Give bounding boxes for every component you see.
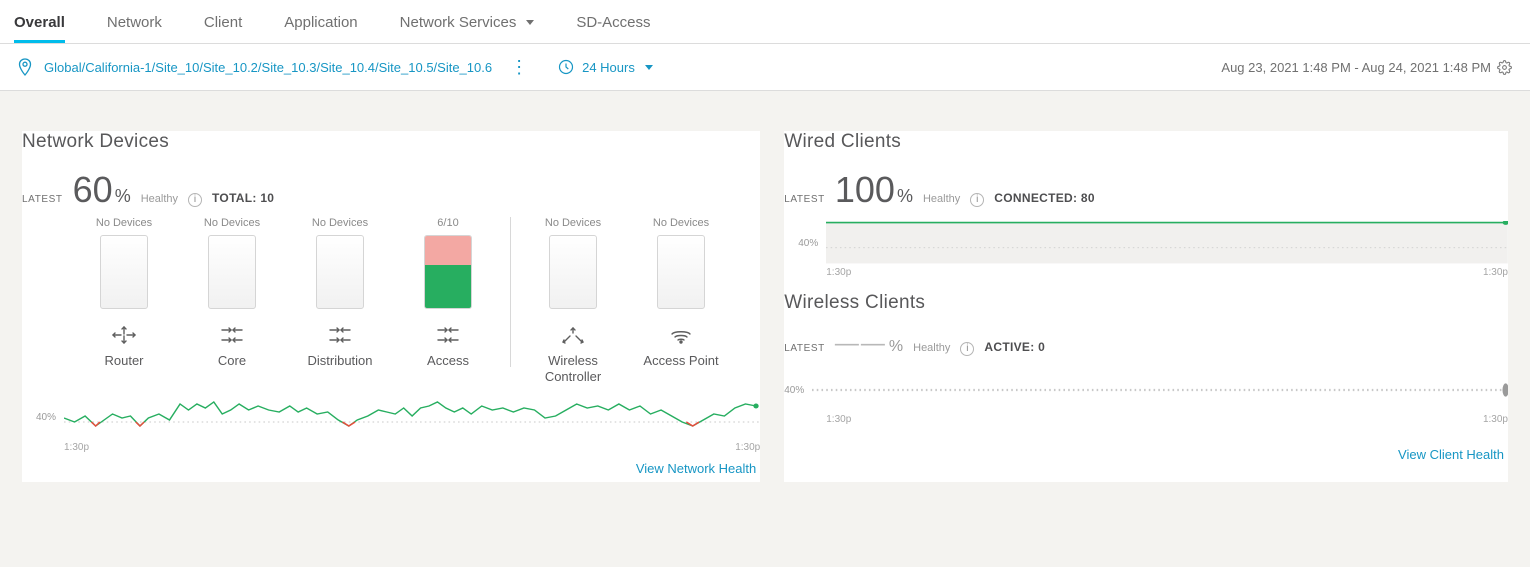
access-point-icon xyxy=(666,323,696,347)
subheader-left: Global/California-1/Site_10/Site_10.2/Si… xyxy=(18,58,653,76)
spark-y-label: 40% xyxy=(22,412,56,423)
wired-latest-row: LATEST 100% Healthy i CONNECTED: 80 xyxy=(784,169,1508,211)
tab-client[interactable]: Client xyxy=(204,0,242,43)
tab-network-services[interactable]: Network Services xyxy=(400,0,535,43)
gear-icon[interactable] xyxy=(1497,60,1512,75)
wireless-title: Wireless Clients xyxy=(784,292,1508,314)
device-divider xyxy=(510,217,511,367)
bar-router xyxy=(100,235,148,309)
device-category-row: No Devices Router No Devices xyxy=(70,217,760,386)
subheader-right: Aug 23, 2021 1:48 PM - Aug 24, 2021 1:48… xyxy=(1221,60,1512,75)
bar-core xyxy=(208,235,256,309)
router-icon xyxy=(109,323,139,347)
device-ap[interactable]: No Devices Access Point xyxy=(627,217,735,385)
network-sparkline-row: 40% xyxy=(22,396,760,440)
wired-connected: CONNECTED: 80 xyxy=(994,191,1095,205)
bar-distribution xyxy=(316,235,364,309)
wireless-controller-icon xyxy=(558,323,588,347)
tab-application[interactable]: Application xyxy=(284,0,357,43)
top-tabs: Overall Network Client Application Netwo… xyxy=(0,0,1530,44)
device-wlc[interactable]: No Devices Wireless Controller xyxy=(519,217,627,386)
panel-network-devices: Network Devices LATEST 60% Healthy i TOT… xyxy=(22,131,760,482)
network-latest-row: LATEST 60% Healthy i TOTAL: 10 xyxy=(22,169,760,211)
subheader: Global/California-1/Site_10/Site_10.2/Si… xyxy=(0,44,1530,91)
wireless-time-axis: 1:30p 1:30p xyxy=(784,412,1508,425)
total-devices: TOTAL: 10 xyxy=(212,191,274,205)
wired-percent: 100% xyxy=(835,169,913,211)
location-pin-icon xyxy=(18,58,32,76)
wireless-percent: ——% xyxy=(835,330,903,358)
view-network-health-link[interactable]: View Network Health xyxy=(636,461,756,476)
device-router[interactable]: No Devices Router xyxy=(70,217,178,385)
chevron-down-icon xyxy=(526,20,534,25)
healthy-label: Healthy xyxy=(141,193,178,205)
wireless-latest-row: LATEST ——% Healthy i ACTIVE: 0 xyxy=(784,330,1508,358)
info-icon[interactable]: i xyxy=(970,193,984,207)
distribution-icon xyxy=(325,323,355,347)
wireless-active: ACTIVE: 0 xyxy=(984,340,1045,354)
view-client-health-link[interactable]: View Client Health xyxy=(1398,447,1504,462)
latest-label: LATEST xyxy=(22,194,63,205)
wireless-clients-section: Wireless Clients LATEST ——% Healthy i AC… xyxy=(784,292,1508,425)
info-icon[interactable]: i xyxy=(188,193,202,207)
wired-title: Wired Clients xyxy=(784,131,1508,153)
wireless-sparkline xyxy=(812,368,1508,412)
panel-clients: Wired Clients LATEST 100% Healthy i CONN… xyxy=(784,131,1508,482)
network-sparkline xyxy=(64,396,760,440)
dashboard-panels: Network Devices LATEST 60% Healthy i TOT… xyxy=(0,91,1530,492)
network-health-percent: 60% xyxy=(73,169,131,211)
wired-sparkline xyxy=(826,221,1508,265)
tab-network-services-label: Network Services xyxy=(400,14,517,31)
bar-access xyxy=(424,235,472,309)
bar-ap xyxy=(657,235,705,309)
tab-sd-access[interactable]: SD-Access xyxy=(576,0,650,43)
location-breadcrumb[interactable]: Global/California-1/Site_10/Site_10.2/Si… xyxy=(44,60,492,75)
bar-wlc xyxy=(549,235,597,309)
device-access[interactable]: 6/10 Access xyxy=(394,217,502,385)
core-icon xyxy=(217,323,247,347)
time-range-selector[interactable]: 24 Hours xyxy=(558,59,653,75)
clock-icon xyxy=(558,59,574,75)
time-range-label: 24 Hours xyxy=(582,60,635,75)
panel-title: Network Devices xyxy=(22,131,760,153)
chevron-down-icon xyxy=(645,65,653,70)
info-icon[interactable]: i xyxy=(960,342,974,356)
device-core[interactable]: No Devices Core xyxy=(178,217,286,385)
network-time-axis: 1:30p 1:30p xyxy=(22,440,760,453)
device-distribution[interactable]: No Devices Distribution xyxy=(286,217,394,385)
wired-sparkline-row: 40% xyxy=(784,221,1508,265)
tab-network[interactable]: Network xyxy=(107,0,162,43)
wired-clients-section: Wired Clients LATEST 100% Healthy i CONN… xyxy=(784,131,1508,278)
wireless-sparkline-row: 40% xyxy=(784,368,1508,412)
tab-overall[interactable]: Overall xyxy=(14,0,65,43)
time-range-text: Aug 23, 2021 1:48 PM - Aug 24, 2021 1:48… xyxy=(1221,60,1491,75)
access-icon xyxy=(433,323,463,347)
wired-time-axis: 1:30p 1:30p xyxy=(784,265,1508,278)
